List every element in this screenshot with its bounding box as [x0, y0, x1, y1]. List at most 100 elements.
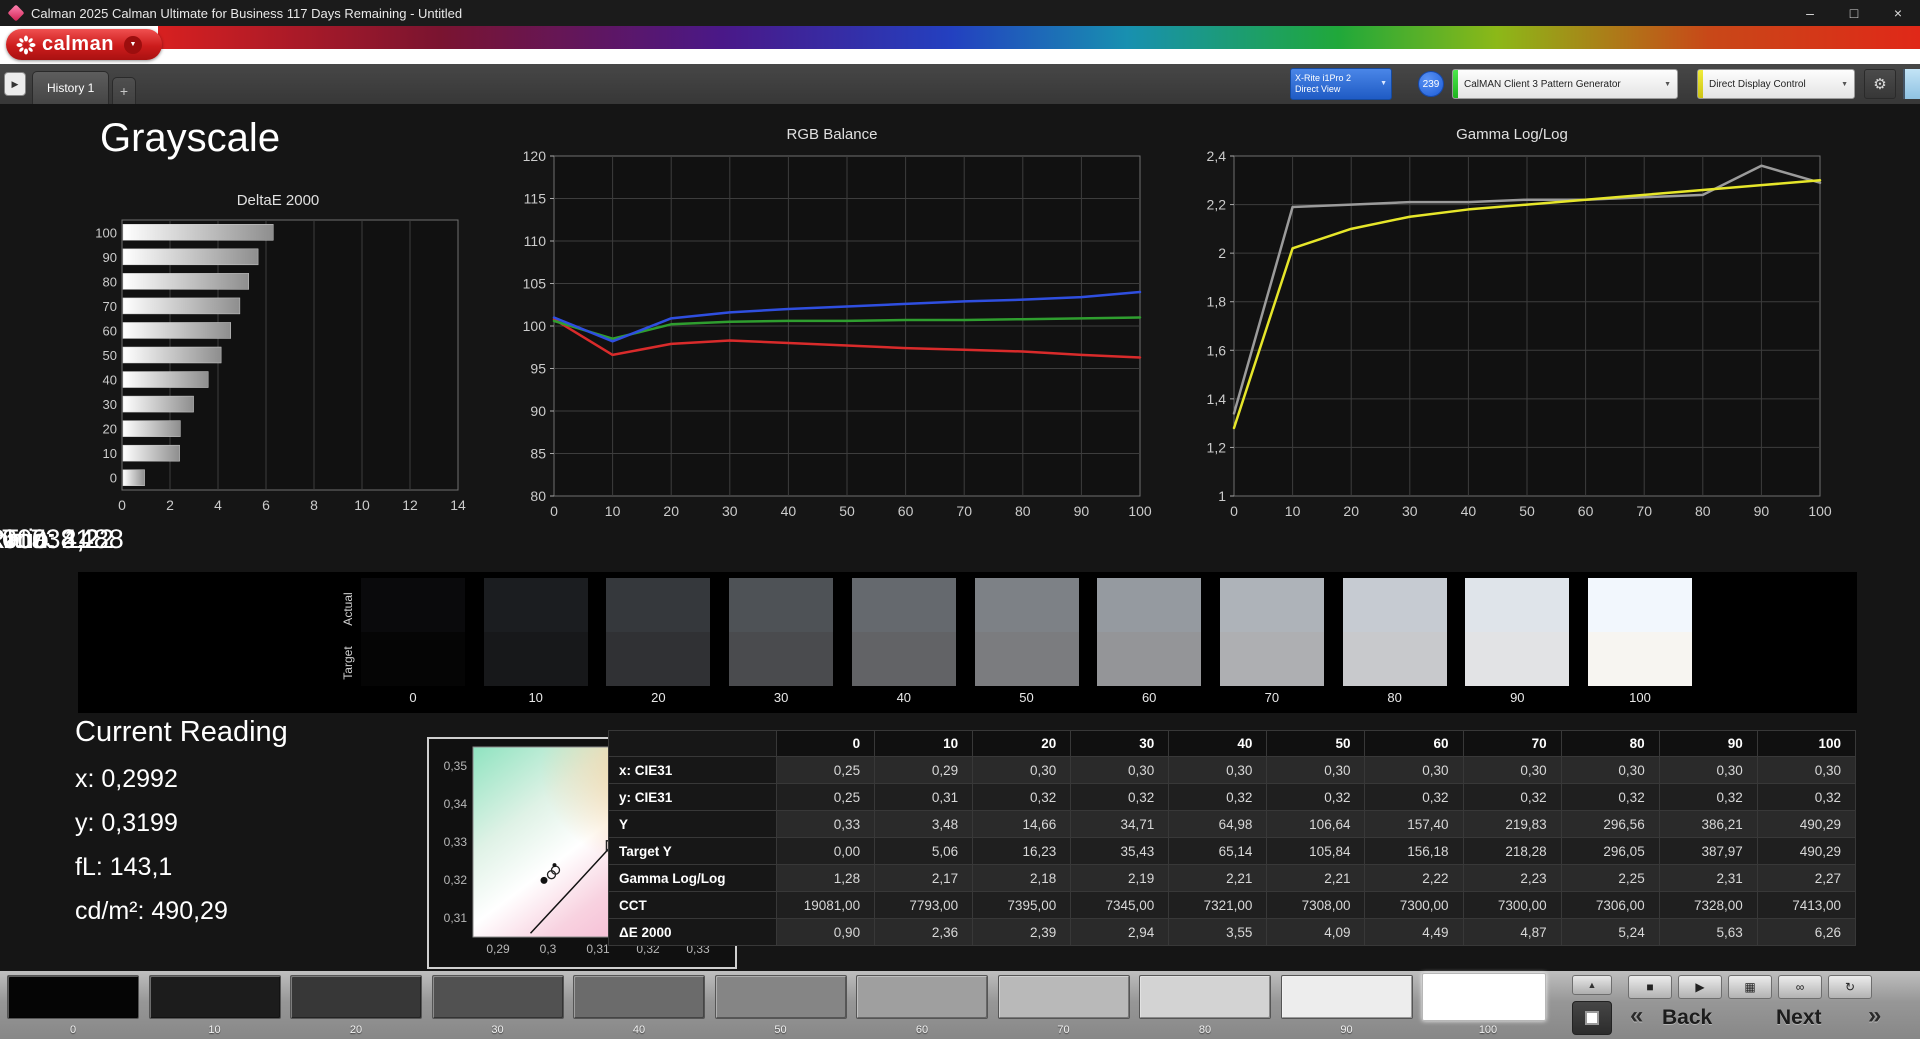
table-cell: 0,32 [1168, 783, 1268, 811]
swatch-label: 40 [896, 690, 912, 705]
level-patch-button[interactable] [573, 975, 705, 1019]
rgb-chart-title: RGB Balance [786, 126, 878, 143]
svg-text:60: 60 [898, 503, 914, 519]
table-row-label: x: CIE31 [608, 756, 777, 784]
table-cell: 105,84 [1266, 837, 1366, 865]
swatch-actual [851, 578, 956, 632]
measurement-count-badge[interactable]: 239 [1418, 71, 1444, 97]
patch-label: 70 [1057, 1024, 1070, 1036]
minimize-button[interactable]: – [1788, 0, 1832, 26]
svg-text:80: 80 [1695, 503, 1711, 519]
svg-text:10: 10 [103, 446, 117, 461]
patch-label: 80 [1198, 1024, 1212, 1036]
add-tab-button[interactable]: + [112, 77, 136, 104]
chevron-down-icon: ▼ [1664, 80, 1671, 88]
save-button[interactable]: ▦ [1728, 975, 1772, 999]
next-chevron-icon[interactable]: » [1868, 1002, 1881, 1030]
table-cell: 2,25 [1560, 864, 1660, 892]
table-cell: 2,23 [1462, 864, 1562, 892]
level-patch-button[interactable] [290, 975, 422, 1019]
grayscale-swatch [606, 578, 711, 686]
side-panel-handle[interactable] [1903, 69, 1920, 99]
calman-logo-text: calman [42, 33, 114, 55]
pattern-generator-dropdown[interactable]: CalMAN Client 3 Pattern Generator ▼ [1452, 69, 1678, 99]
table-cell: 7395,00 [972, 891, 1072, 919]
svg-text:100: 100 [1128, 503, 1152, 519]
table-col-header: 0 [775, 730, 876, 757]
settings-gear-button[interactable]: ⚙ [1864, 69, 1896, 99]
table-cell: 0,29 [874, 756, 974, 784]
swatch-target [1342, 632, 1447, 686]
level-patch-button[interactable] [7, 975, 139, 1019]
table-row-label: y: CIE31 [608, 783, 777, 811]
svg-text:0,35: 0,35 [444, 759, 468, 773]
continuous-measure-button[interactable]: ∞ [1778, 975, 1822, 999]
swatch-actual [1097, 578, 1202, 632]
level-patch-button[interactable] [1139, 975, 1271, 1019]
table-cell: 0,31 [874, 783, 974, 811]
refresh-button[interactable]: ↻ [1828, 975, 1872, 999]
swatch-target [1097, 632, 1202, 686]
svg-text:20: 20 [663, 503, 679, 519]
level-patch-button[interactable] [997, 975, 1130, 1019]
svg-text:20: 20 [103, 422, 117, 437]
back-chevron-icon[interactable]: « [1630, 1002, 1643, 1030]
svg-text:120: 120 [523, 148, 547, 164]
close-button[interactable]: × [1876, 0, 1920, 26]
svg-text:50: 50 [839, 503, 855, 519]
svg-text:40: 40 [103, 373, 117, 388]
level-patch-button[interactable] [856, 975, 988, 1019]
table-col-header: 40 [1168, 730, 1268, 757]
back-button[interactable]: Back [1662, 1006, 1712, 1030]
patch-label: 10 [208, 1024, 221, 1036]
meter-dropdown[interactable]: X-Rite i1Pro 2 Direct View ▼ [1290, 68, 1392, 100]
table-cell: 7321,00 [1168, 891, 1268, 919]
svg-text:70: 70 [103, 299, 117, 314]
table-cell: 0,30 [972, 756, 1072, 784]
collapse-panel-button[interactable]: ▲ [1572, 975, 1612, 995]
svg-text:2,4: 2,4 [1207, 148, 1227, 164]
history-nav-icon[interactable]: ▶ [4, 72, 26, 96]
svg-text:105: 105 [523, 276, 547, 292]
display-control-label: Direct Display Control [1709, 78, 1806, 90]
layout-square-icon [1585, 1011, 1599, 1025]
svg-text:1,6: 1,6 [1207, 342, 1227, 358]
swatch-label: 90 [1510, 690, 1525, 705]
current-reading-title: Current Reading [75, 716, 288, 748]
level-patch-button[interactable] [714, 975, 847, 1019]
display-control-dropdown[interactable]: Direct Display Control ▼ [1697, 69, 1855, 99]
level-patch-button[interactable] [1422, 973, 1546, 1021]
table-cell: 4,49 [1364, 918, 1464, 946]
table-col-header: 100 [1756, 730, 1857, 757]
table-cell: 14,66 [972, 810, 1072, 838]
calman-logo-menu[interactable]: calman ▼ [6, 29, 162, 60]
next-button[interactable]: Next [1776, 1006, 1822, 1030]
pattern-generator-label: CalMAN Client 3 Pattern Generator [1464, 78, 1621, 90]
reading-cdm2: cd/m²: 490,29 [75, 897, 228, 925]
play-button[interactable]: ▶ [1678, 975, 1722, 999]
table-col-header: 10 [874, 730, 974, 757]
layout-toggle-button[interactable] [1572, 1001, 1612, 1035]
level-patch-button[interactable] [431, 975, 564, 1019]
tab-history-1[interactable]: History 1 [32, 71, 110, 104]
table-cell: 34,71 [1070, 810, 1170, 838]
table-cell: 296,05 [1560, 837, 1660, 865]
svg-text:2: 2 [1218, 245, 1226, 261]
logo-dropdown-icon[interactable]: ▼ [123, 35, 142, 54]
table-cell: 296,56 [1560, 810, 1660, 838]
maximize-button[interactable]: □ [1832, 0, 1876, 26]
table-cell: 7300,00 [1462, 891, 1562, 919]
level-patch-button[interactable] [148, 975, 281, 1019]
table-cell: 1,28 [775, 864, 876, 892]
brand-bar: calman ▼ [0, 26, 1920, 64]
svg-text:110: 110 [524, 233, 547, 249]
stop-button[interactable]: ■ [1628, 975, 1672, 999]
swatch-target [974, 632, 1079, 686]
level-patch-button[interactable] [1280, 975, 1413, 1019]
table-row-label: CCT [608, 891, 777, 919]
swatch-row-label-actual: Actual [341, 592, 355, 626]
table-cell: 7328,00 [1658, 891, 1758, 919]
calman-flower-icon [16, 35, 36, 54]
table-cell: 3,48 [874, 810, 974, 838]
table-cell: 490,29 [1756, 837, 1857, 865]
